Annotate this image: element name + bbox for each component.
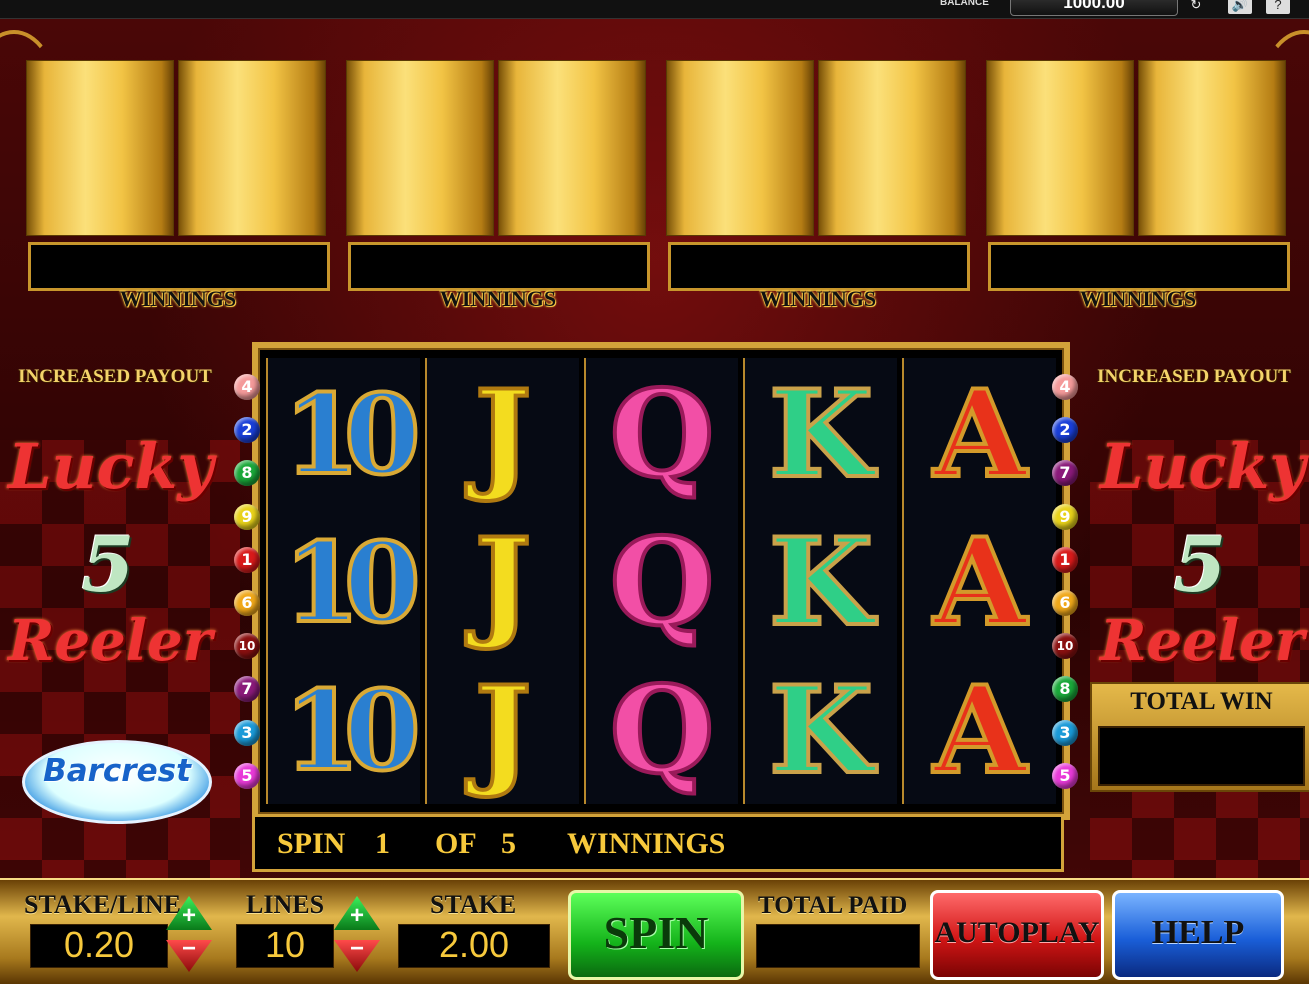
sound-icon[interactable]: 🔊 xyxy=(1228,0,1252,14)
total-win-value xyxy=(1098,726,1305,786)
of-word: OF xyxy=(435,827,477,860)
reeler-title-right: Reeler xyxy=(1100,608,1305,674)
spin-word: SPIN xyxy=(277,827,346,860)
autoplay-button[interactable]: AUTOPLAY xyxy=(930,890,1104,980)
bonus-winnings-box xyxy=(668,242,970,291)
payline-marker[interactable]: 9 xyxy=(234,503,260,530)
bonus-reel-strip xyxy=(1138,60,1286,236)
reel-symbol: 10 xyxy=(281,368,422,501)
bonus-reel-strip xyxy=(346,60,494,236)
total-win-box: TOTAL WIN xyxy=(1090,682,1309,792)
bonus-reel-bank xyxy=(346,60,646,236)
bonus-winnings-label: WINNINGS xyxy=(1079,286,1197,311)
payline-marker[interactable]: 2 xyxy=(234,417,260,444)
reeler-title-left: Reeler xyxy=(8,608,213,674)
payline-marker[interactable]: 10 xyxy=(1052,633,1078,660)
reel-symbol: A xyxy=(931,510,1028,655)
bonus-reel-bank xyxy=(666,60,966,236)
reel-symbol: Q xyxy=(608,510,717,655)
reel-symbol: J xyxy=(473,362,534,507)
barcrest-logo-text: Barcrest xyxy=(43,753,191,789)
stake-line-label: STAKE/LINE xyxy=(24,890,182,919)
bonus-reel-bank xyxy=(26,60,326,236)
payline-marker[interactable]: 1 xyxy=(234,546,260,573)
reel-symbol: Q xyxy=(608,362,717,507)
reel-symbol: K xyxy=(767,510,875,655)
reel-3: QQQ xyxy=(584,358,738,804)
reel-5: AAA xyxy=(902,358,1056,804)
reel-symbol: J xyxy=(473,510,534,655)
reel-1: 10 10 10 xyxy=(266,358,423,804)
payline-marker[interactable]: 4 xyxy=(234,374,260,400)
bonus-winnings-box xyxy=(28,242,330,291)
payline-marker[interactable]: 2 xyxy=(1052,417,1078,444)
five-title-left: 5 xyxy=(81,520,135,609)
payline-marker[interactable]: 10 xyxy=(234,633,260,660)
reel-symbol: K xyxy=(767,362,875,507)
stake-line-value: 0.20 xyxy=(30,924,168,968)
spin-info-bar: SPIN 1 OF 5 WINNINGS xyxy=(252,814,1064,872)
refresh-icon[interactable]: ↻ xyxy=(1184,0,1208,14)
reel-2: JJJ xyxy=(425,358,579,804)
lines-value: 10 xyxy=(236,924,334,968)
bonus-reel-strip xyxy=(498,60,646,236)
bonus-winnings-box xyxy=(988,242,1290,291)
winnings-word: WINNINGS xyxy=(567,827,726,860)
barcrest-logo: Barcrest xyxy=(22,740,212,824)
spin-button[interactable]: SPIN xyxy=(568,890,744,980)
bonus-winnings-label: WINNINGS xyxy=(119,286,237,311)
balance-value: 1000.00 xyxy=(1010,0,1178,16)
bonus-winnings-label: WINNINGS xyxy=(759,286,877,311)
bonus-reel-strip xyxy=(178,60,326,236)
reel-frame: 10 10 10 J J J Q Q Q K K K A A A xyxy=(252,342,1070,820)
bonus-winnings-label: WINNINGS xyxy=(439,286,557,311)
five-title-right: 5 xyxy=(1173,520,1227,609)
increased-payout-title-right: INCREASED PAYOUT xyxy=(1097,366,1291,387)
bonus-reel-bank xyxy=(986,60,1286,236)
reel-symbol: Q xyxy=(608,658,717,803)
help-button[interactable]: HELP xyxy=(1112,890,1284,980)
stake-label: STAKE xyxy=(430,890,517,919)
balance-label: BALANCE xyxy=(940,0,989,8)
reel-4: KKK xyxy=(743,358,897,804)
payline-marker[interactable]: 9 xyxy=(1052,503,1078,530)
bonus-reel-strip xyxy=(26,60,174,236)
top-bar: BALANCE 1000.00 ↻ 🔊 ? xyxy=(0,0,1309,19)
payline-marker[interactable]: 6 xyxy=(234,590,260,616)
payline-marker[interactable]: 3 xyxy=(1052,719,1078,746)
total-paid-label: TOTAL PAID xyxy=(758,892,908,919)
help-icon[interactable]: ? xyxy=(1266,0,1290,14)
spin-total: 5 xyxy=(501,827,516,860)
payline-marker[interactable]: 6 xyxy=(1052,590,1078,616)
bonus-reel-strip xyxy=(818,60,966,236)
bonus-reel-strip xyxy=(986,60,1134,236)
reel-symbol: J xyxy=(473,658,534,803)
spin-number: 1 xyxy=(375,827,390,860)
lucky-title-left: Lucky xyxy=(8,430,214,503)
payline-marker[interactable]: 1 xyxy=(1052,546,1078,573)
reel-symbol: A xyxy=(931,658,1028,803)
payline-marker[interactable]: 5 xyxy=(1052,762,1078,789)
reel-symbol: A xyxy=(931,362,1028,507)
reel-symbol: 10 xyxy=(281,664,422,797)
payline-marker[interactable]: 5 xyxy=(234,762,260,789)
reel-symbol: 10 xyxy=(281,516,422,649)
total-win-label: TOTAL WIN xyxy=(1130,688,1273,715)
lucky-title-right: Lucky xyxy=(1100,430,1306,503)
reel-symbol: K xyxy=(767,658,875,803)
payline-marker[interactable]: 4 xyxy=(1052,374,1078,400)
bonus-reel-strip xyxy=(666,60,814,236)
bonus-winnings-box xyxy=(348,242,650,291)
total-paid-value xyxy=(756,924,920,968)
increased-payout-title-left: INCREASED PAYOUT xyxy=(18,366,212,387)
lines-label: LINES xyxy=(246,890,325,919)
payline-marker[interactable]: 3 xyxy=(234,719,260,746)
stake-value: 2.00 xyxy=(398,924,550,968)
